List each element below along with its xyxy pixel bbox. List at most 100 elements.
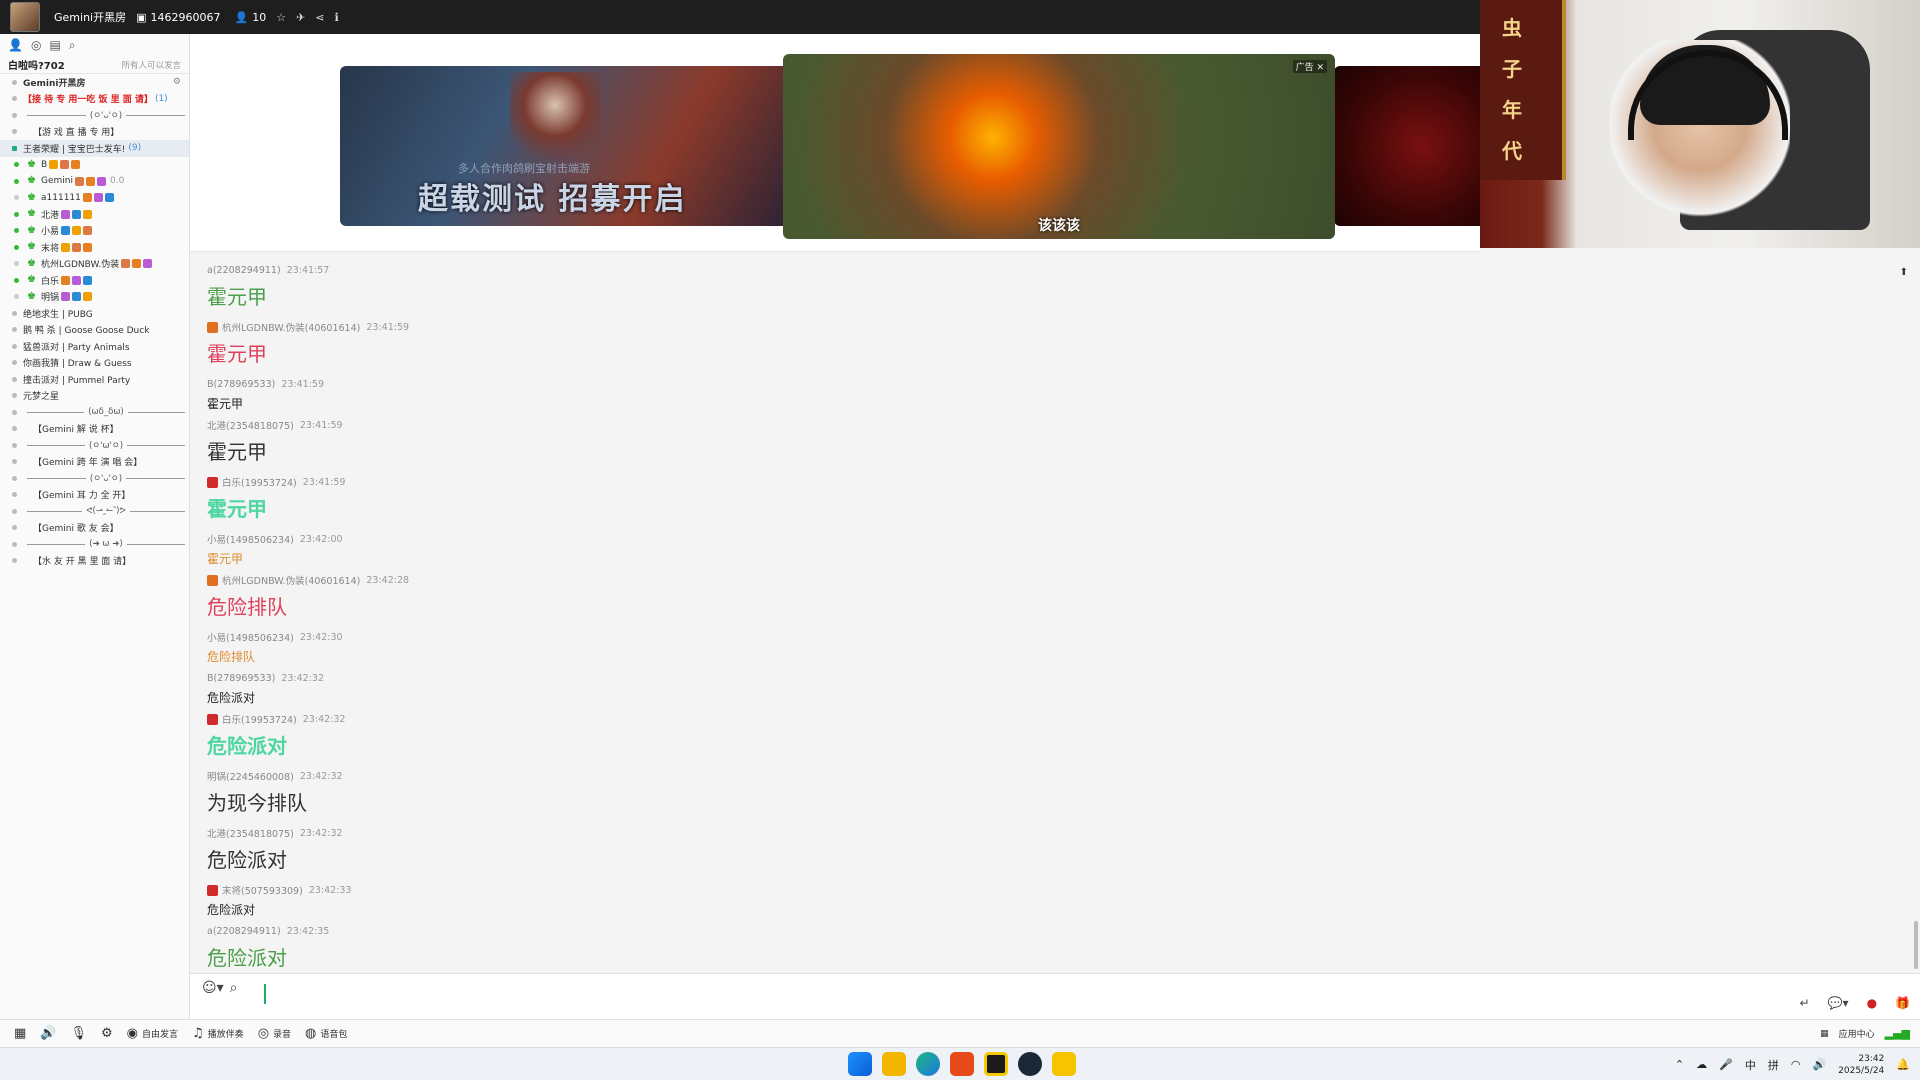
message-sender[interactable]: 小易(1498506234): [207, 630, 294, 644]
notification-icon[interactable]: 🔔: [1896, 1058, 1910, 1071]
message-sender[interactable]: 北港(2354818075): [207, 826, 294, 840]
mixer-icon[interactable]: ⚙: [101, 1026, 113, 1041]
channel-user[interactable]: ♚ 明锅: [0, 289, 189, 306]
tray-mic-icon[interactable]: 🎤: [1719, 1058, 1733, 1071]
settings-icon[interactable]: ⚙: [173, 77, 181, 87]
ime-language[interactable]: 中: [1745, 1057, 1756, 1073]
grid-icon[interactable]: ▦: [1820, 1029, 1829, 1039]
channel-item[interactable]: 【水 友 开 黑 里 面 请】: [0, 553, 189, 570]
message-sender[interactable]: 白乐(19953724): [222, 475, 297, 489]
root-channel[interactable]: Gemini开黑房 ⚙: [0, 74, 189, 91]
screenshot-icon[interactable]: ⌕: [230, 980, 238, 996]
message-text: 危险排队: [207, 595, 287, 619]
search-icon[interactable]: ⌕: [69, 38, 76, 53]
scroll-top-icon[interactable]: ⬆: [1900, 267, 1908, 278]
info-icon[interactable]: ℹ: [335, 11, 339, 24]
user-badge-icon: [83, 242, 93, 252]
ad-close-button[interactable]: 广告 ✕: [1292, 60, 1327, 73]
network-icon[interactable]: ▦: [14, 1026, 26, 1041]
app-center-button[interactable]: 应用中心: [1839, 1027, 1875, 1040]
channel-bullet-icon: [12, 409, 17, 415]
room-avatar[interactable]: [10, 2, 40, 32]
record-button[interactable]: ◎ 录音: [258, 1026, 291, 1041]
chat-scrollbar[interactable]: [1914, 921, 1918, 969]
send-enter-icon[interactable]: ↵: [1800, 996, 1810, 1010]
game-ad-banner-right[interactable]: [1334, 66, 1480, 226]
microphone-icon[interactable]: 🎙: [70, 1026, 87, 1041]
channel-user[interactable]: ♚ 白乐: [0, 272, 189, 289]
channel-item[interactable]: 撞击派对 | Pummel Party: [0, 371, 189, 388]
chat-mode-icon[interactable]: 💬▾: [1828, 996, 1849, 1010]
file-explorer-icon[interactable]: [882, 1052, 906, 1076]
wifi-icon[interactable]: ◠: [1791, 1058, 1801, 1071]
start-icon[interactable]: [848, 1052, 872, 1076]
ime-mode[interactable]: 拼: [1768, 1057, 1779, 1073]
channel-tree: Gemini开黑房 ⚙ 【接 待 专 用一吃 饭 里 面 请】 (1) (ㅇ'ᴗ'ㅇ)…: [0, 74, 189, 569]
channel-user[interactable]: ♚ a111111: [0, 190, 189, 207]
message-sender[interactable]: B(278969533): [207, 673, 275, 684]
message-sender[interactable]: a(2208294911): [207, 926, 281, 937]
active-channel[interactable]: 王者荣耀 | 宝宝巴士发车! (9): [0, 140, 189, 157]
message-sender[interactable]: B(278969533): [207, 379, 275, 390]
chat-message: 杭州LGDNBW.伪装(40601614) 23:42:28 危险排队: [207, 573, 409, 620]
channel-item[interactable]: 【接 待 专 用一吃 饭 里 面 请】 (1): [0, 91, 189, 108]
message-text: 为现今排队: [207, 791, 307, 815]
message-sender[interactable]: 小易(1498506234): [207, 532, 294, 546]
channel-bullet-icon: [12, 376, 17, 382]
channel-item[interactable]: 鹅 鸭 杀 | Goose Goose Duck: [0, 322, 189, 339]
channel-item[interactable]: 元梦之星: [0, 388, 189, 405]
favorite-icon[interactable]: ☆: [276, 11, 286, 24]
share-icon[interactable]: ⋖: [315, 11, 324, 24]
yy-icon[interactable]: [1052, 1052, 1076, 1076]
channel-item[interactable]: 【游 戏 直 播 专 用】: [0, 124, 189, 141]
banner-center-caption: 该该该: [1038, 218, 1080, 234]
board-icon[interactable]: ▤: [49, 38, 60, 52]
channel-item[interactable]: 【Gemini 跨 年 演 唱 会】: [0, 454, 189, 471]
app-yellow-icon[interactable]: [984, 1052, 1008, 1076]
message-time: 23:42:00: [299, 533, 343, 545]
mic-icon[interactable]: ●: [1867, 996, 1877, 1010]
speaker-icon[interactable]: 🔊: [40, 1026, 56, 1041]
chat-panel[interactable]: ⬆ a(2208294911) 23:41:57 霍元甲 杭州LGDNBW.伪装(40…: [190, 253, 1920, 973]
location-icon[interactable]: ◎: [31, 38, 41, 52]
message-sender[interactable]: a(2208294911): [207, 265, 281, 276]
channel-item[interactable]: 【Gemini 歌 友 会】: [0, 520, 189, 537]
channel-item[interactable]: 你画我猜 | Draw & Guess: [0, 355, 189, 372]
channel-user[interactable]: ♚ 小易: [0, 223, 189, 240]
message-input[interactable]: [264, 984, 266, 1004]
cloud-icon[interactable]: ☁: [1696, 1058, 1707, 1071]
channel-user[interactable]: ♚ Gemini 0.0: [0, 173, 189, 190]
channel-user[interactable]: ♚ 末将: [0, 239, 189, 256]
steam-icon[interactable]: [1018, 1052, 1042, 1076]
member-icon[interactable]: 👤: [8, 38, 23, 52]
game-ad-banner-left[interactable]: 多人合作肉鸽刷宝射击端游 超载测试 招募开启: [340, 66, 790, 226]
app-red-icon[interactable]: [950, 1052, 974, 1076]
message-sender[interactable]: 明锅(2245460008): [207, 769, 294, 783]
message-sender[interactable]: 白乐(19953724): [222, 712, 297, 726]
channel-user[interactable]: ♚ B: [0, 157, 189, 174]
chat-message: 北港(2354818075) 23:41:59 霍元甲: [207, 418, 343, 465]
edge-icon[interactable]: [916, 1052, 940, 1076]
message-sender[interactable]: 末将(507593309): [222, 883, 303, 897]
message-sender[interactable]: 杭州LGDNBW.伪装(40601614): [222, 573, 360, 587]
channel-item[interactable]: 绝地求生 | PUBG: [0, 305, 189, 322]
message-sender[interactable]: 北港(2354818075): [207, 418, 294, 432]
gift-icon[interactable]: 🎁: [1895, 996, 1910, 1010]
play-music-button[interactable]: ♫ 播放伴奏: [192, 1026, 244, 1041]
game-ad-banner-center[interactable]: 广告 ✕ 该该该: [783, 54, 1335, 239]
channel-item[interactable]: 猛兽派对 | Party Animals: [0, 338, 189, 355]
channel-item[interactable]: 【Gemini 解 说 杯】: [0, 421, 189, 438]
channel-item[interactable]: 【Gemini 耳 力 全 开】: [0, 487, 189, 504]
online-count[interactable]: 👤 10: [235, 11, 267, 24]
send-icon[interactable]: ✈: [296, 11, 305, 24]
channel-user[interactable]: ♚ 杭州LGDNBW.伪装: [0, 256, 189, 273]
voice-pack-button[interactable]: ◍ 语音包: [305, 1026, 347, 1041]
free-speak-button[interactable]: ◉ 自由发言: [127, 1026, 178, 1041]
channel-user[interactable]: ♚ 北港: [0, 206, 189, 223]
clock[interactable]: 23:42 2025/5/24: [1838, 1053, 1884, 1077]
volume-icon[interactable]: 🔊: [1812, 1058, 1826, 1071]
message-sender[interactable]: 杭州LGDNBW.伪装(40601614): [222, 320, 360, 334]
chat-message: 末将(507593309) 23:42:33 危险派对: [207, 883, 351, 918]
tray-expand-icon[interactable]: ⌃: [1675, 1058, 1684, 1071]
emoji-icon[interactable]: ☺▾: [202, 980, 224, 996]
